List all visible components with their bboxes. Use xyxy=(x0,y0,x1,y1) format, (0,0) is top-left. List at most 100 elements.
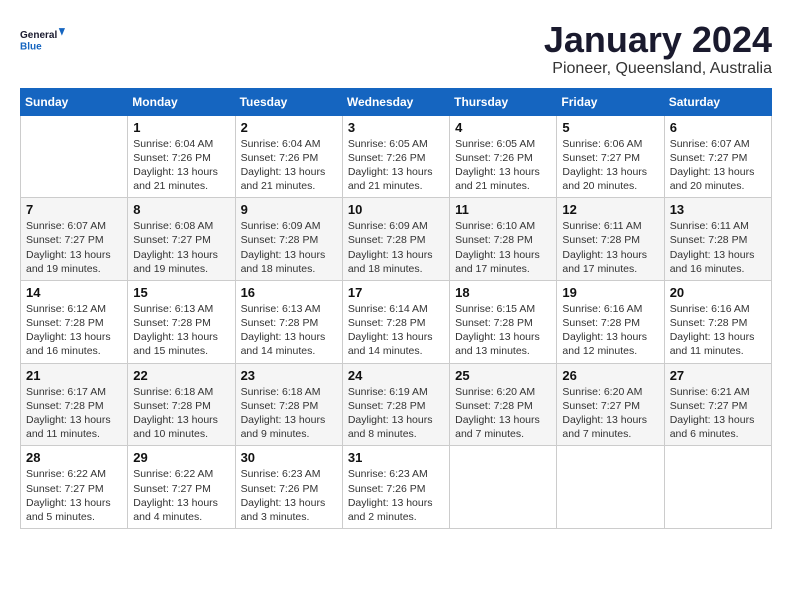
day-info: Sunrise: 6:18 AM Sunset: 7:28 PM Dayligh… xyxy=(133,385,229,442)
day-info: Sunrise: 6:23 AM Sunset: 7:26 PM Dayligh… xyxy=(348,467,444,524)
day-number: 27 xyxy=(670,368,766,383)
day-number: 10 xyxy=(348,202,444,217)
day-info: Sunrise: 6:07 AM Sunset: 7:27 PM Dayligh… xyxy=(670,137,766,194)
day-cell: 10Sunrise: 6:09 AM Sunset: 7:28 PM Dayli… xyxy=(342,198,449,281)
day-cell: 1Sunrise: 6:04 AM Sunset: 7:26 PM Daylig… xyxy=(128,115,235,198)
day-cell: 25 Sunrise: 6:20 AM Sunset: 7:28 PM Dayli… xyxy=(450,363,557,446)
day-info: Sunrise: 6:04 AM Sunset: 7:26 PM Dayligh… xyxy=(241,137,337,194)
day-cell: 2 Sunrise: 6:04 AM Sunset: 7:26 PM Daylig… xyxy=(235,115,342,198)
day-info: Sunrise: 6:15 AM Sunset: 7:28 PM Dayligh… xyxy=(455,302,551,359)
day-number: 26 xyxy=(562,368,658,383)
day-info: Sunrise: 6:06 AM Sunset: 7:27 PM Dayligh… xyxy=(562,137,658,194)
day-number: 2 xyxy=(241,120,337,135)
day-info: Sunrise: 6:17 AM Sunset: 7:28 PM Dayligh… xyxy=(26,385,122,442)
day-cell: 20Sunrise: 6:16 AM Sunset: 7:28 PM Dayli… xyxy=(664,280,771,363)
month-title: January 2024 xyxy=(544,20,772,60)
day-number: 15 xyxy=(133,285,229,300)
day-info: Sunrise: 6:14 AM Sunset: 7:28 PM Dayligh… xyxy=(348,302,444,359)
day-info: Sunrise: 6:19 AM Sunset: 7:28 PM Dayligh… xyxy=(348,385,444,442)
weekday-header-wednesday: Wednesday xyxy=(342,88,449,115)
day-cell xyxy=(664,446,771,529)
weekday-header-sunday: Sunday xyxy=(21,88,128,115)
day-info: Sunrise: 6:10 AM Sunset: 7:28 PM Dayligh… xyxy=(455,219,551,276)
svg-text:General: General xyxy=(20,30,57,41)
day-info: Sunrise: 6:22 AM Sunset: 7:27 PM Dayligh… xyxy=(133,467,229,524)
day-cell: 5 Sunrise: 6:06 AM Sunset: 7:27 PM Daylig… xyxy=(557,115,664,198)
day-number: 11 xyxy=(455,202,551,217)
day-info: Sunrise: 6:13 AM Sunset: 7:28 PM Dayligh… xyxy=(241,302,337,359)
day-number: 3 xyxy=(348,120,444,135)
day-info: Sunrise: 6:05 AM Sunset: 7:26 PM Dayligh… xyxy=(455,137,551,194)
day-cell: 8Sunrise: 6:08 AM Sunset: 7:27 PM Daylig… xyxy=(128,198,235,281)
day-cell xyxy=(557,446,664,529)
weekday-header-row: SundayMondayTuesdayWednesdayThursdayFrid… xyxy=(21,88,772,115)
weekday-header-thursday: Thursday xyxy=(450,88,557,115)
week-row-4: 21 Sunrise: 6:17 AM Sunset: 7:28 PM Dayli… xyxy=(21,363,772,446)
day-cell: 30Sunrise: 6:23 AM Sunset: 7:26 PM Dayli… xyxy=(235,446,342,529)
week-row-3: 14 Sunrise: 6:12 AM Sunset: 7:28 PM Dayli… xyxy=(21,280,772,363)
day-number: 18 xyxy=(455,285,551,300)
day-info: Sunrise: 6:23 AM Sunset: 7:26 PM Dayligh… xyxy=(241,467,337,524)
day-info: Sunrise: 6:20 AM Sunset: 7:28 PM Dayligh… xyxy=(455,385,551,442)
day-cell: 16Sunrise: 6:13 AM Sunset: 7:28 PM Dayli… xyxy=(235,280,342,363)
day-info: Sunrise: 6:18 AM Sunset: 7:28 PM Dayligh… xyxy=(241,385,337,442)
day-number: 5 xyxy=(562,120,658,135)
day-number: 4 xyxy=(455,120,551,135)
day-cell: 26 Sunrise: 6:20 AM Sunset: 7:27 PM Dayli… xyxy=(557,363,664,446)
day-cell: 13 Sunrise: 6:11 AM Sunset: 7:28 PM Dayli… xyxy=(664,198,771,281)
day-number: 12 xyxy=(562,202,658,217)
day-number: 14 xyxy=(26,285,122,300)
day-number: 29 xyxy=(133,450,229,465)
day-number: 24 xyxy=(348,368,444,383)
day-cell xyxy=(450,446,557,529)
day-cell: 12Sunrise: 6:11 AM Sunset: 7:28 PM Dayli… xyxy=(557,198,664,281)
day-cell: 27 Sunrise: 6:21 AM Sunset: 7:27 PM Dayli… xyxy=(664,363,771,446)
day-number: 25 xyxy=(455,368,551,383)
day-cell: 3 Sunrise: 6:05 AM Sunset: 7:26 PM Daylig… xyxy=(342,115,449,198)
day-cell: 23 Sunrise: 6:18 AM Sunset: 7:28 PM Dayli… xyxy=(235,363,342,446)
logo: General Blue xyxy=(20,20,70,60)
day-info: Sunrise: 6:11 AM Sunset: 7:28 PM Dayligh… xyxy=(670,219,766,276)
day-info: Sunrise: 6:21 AM Sunset: 7:27 PM Dayligh… xyxy=(670,385,766,442)
header: General Blue January 2024 Pioneer, Queen… xyxy=(20,20,772,78)
calendar-table: SundayMondayTuesdayWednesdayThursdayFrid… xyxy=(20,88,772,529)
day-number: 28 xyxy=(26,450,122,465)
day-cell: 9Sunrise: 6:09 AM Sunset: 7:28 PM Daylig… xyxy=(235,198,342,281)
day-cell: 17Sunrise: 6:14 AM Sunset: 7:28 PM Dayli… xyxy=(342,280,449,363)
day-info: Sunrise: 6:05 AM Sunset: 7:26 PM Dayligh… xyxy=(348,137,444,194)
day-info: Sunrise: 6:20 AM Sunset: 7:27 PM Dayligh… xyxy=(562,385,658,442)
title-area: January 2024 Pioneer, Queensland, Austra… xyxy=(544,20,772,78)
day-cell: 7 Sunrise: 6:07 AM Sunset: 7:27 PM Daylig… xyxy=(21,198,128,281)
day-number: 13 xyxy=(670,202,766,217)
day-info: Sunrise: 6:13 AM Sunset: 7:28 PM Dayligh… xyxy=(133,302,229,359)
day-cell: 19Sunrise: 6:16 AM Sunset: 7:28 PM Dayli… xyxy=(557,280,664,363)
day-cell: 29 Sunrise: 6:22 AM Sunset: 7:27 PM Dayli… xyxy=(128,446,235,529)
day-number: 22 xyxy=(133,368,229,383)
week-row-1: 1Sunrise: 6:04 AM Sunset: 7:26 PM Daylig… xyxy=(21,115,772,198)
location-title: Pioneer, Queensland, Australia xyxy=(544,60,772,78)
day-cell: 4 Sunrise: 6:05 AM Sunset: 7:26 PM Daylig… xyxy=(450,115,557,198)
day-info: Sunrise: 6:07 AM Sunset: 7:27 PM Dayligh… xyxy=(26,219,122,276)
day-cell: 24 Sunrise: 6:19 AM Sunset: 7:28 PM Dayli… xyxy=(342,363,449,446)
day-cell: 31 Sunrise: 6:23 AM Sunset: 7:26 PM Dayli… xyxy=(342,446,449,529)
day-info: Sunrise: 6:16 AM Sunset: 7:28 PM Dayligh… xyxy=(670,302,766,359)
weekday-header-saturday: Saturday xyxy=(664,88,771,115)
day-number: 23 xyxy=(241,368,337,383)
day-info: Sunrise: 6:04 AM Sunset: 7:26 PM Dayligh… xyxy=(133,137,229,194)
week-row-2: 7 Sunrise: 6:07 AM Sunset: 7:27 PM Daylig… xyxy=(21,198,772,281)
day-number: 21 xyxy=(26,368,122,383)
svg-text:Blue: Blue xyxy=(20,41,42,52)
day-number: 7 xyxy=(26,202,122,217)
weekday-header-friday: Friday xyxy=(557,88,664,115)
day-cell xyxy=(21,115,128,198)
day-info: Sunrise: 6:16 AM Sunset: 7:28 PM Dayligh… xyxy=(562,302,658,359)
day-cell: 28 Sunrise: 6:22 AM Sunset: 7:27 PM Dayli… xyxy=(21,446,128,529)
day-info: Sunrise: 6:12 AM Sunset: 7:28 PM Dayligh… xyxy=(26,302,122,359)
weekday-header-monday: Monday xyxy=(128,88,235,115)
day-info: Sunrise: 6:22 AM Sunset: 7:27 PM Dayligh… xyxy=(26,467,122,524)
day-number: 31 xyxy=(348,450,444,465)
day-cell: 14 Sunrise: 6:12 AM Sunset: 7:28 PM Dayli… xyxy=(21,280,128,363)
day-number: 6 xyxy=(670,120,766,135)
day-cell: 15 Sunrise: 6:13 AM Sunset: 7:28 PM Dayli… xyxy=(128,280,235,363)
day-cell: 21 Sunrise: 6:17 AM Sunset: 7:28 PM Dayli… xyxy=(21,363,128,446)
